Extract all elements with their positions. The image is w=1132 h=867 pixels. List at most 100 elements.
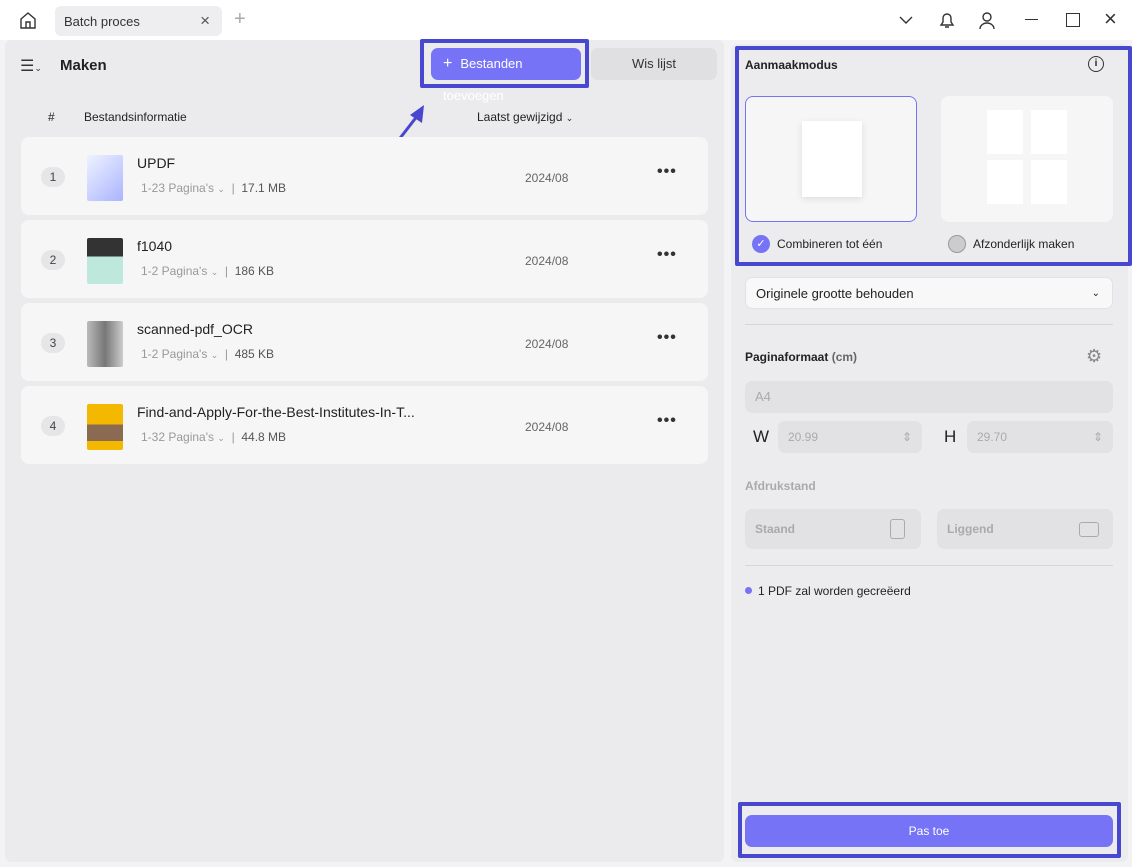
file-size: 186 KB	[234, 264, 275, 278]
doc-icon	[1031, 110, 1067, 154]
unit-label: (cm)	[831, 350, 858, 364]
paper-select[interactable]: A4	[745, 381, 1113, 413]
chevron-down-icon: ⌄	[217, 433, 225, 443]
close-tab-icon[interactable]: ×	[200, 11, 210, 31]
row-number: 3	[41, 333, 65, 353]
landscape-button[interactable]: Liggend	[937, 509, 1113, 549]
page-range: 1-2 Pagina's	[141, 347, 208, 361]
sort-chevron-icon: ⌄	[565, 113, 574, 123]
user-icon[interactable]	[977, 10, 997, 30]
file-meta: 1-2 Pagina's ⌄ | 186 KB	[141, 264, 275, 278]
new-tab-icon[interactable]: +	[234, 8, 246, 31]
file-thumbnail	[87, 155, 123, 201]
tab-label: Batch proces	[64, 14, 140, 29]
plus-icon: +	[443, 55, 453, 72]
height-value: 29.70	[977, 430, 1008, 444]
file-name: UPDF	[137, 155, 176, 171]
file-thumbnail	[87, 238, 123, 284]
file-date: 2024/08	[525, 171, 569, 185]
info-icon[interactable]: i	[1088, 56, 1104, 72]
divider	[745, 324, 1113, 325]
apply-button[interactable]: Pas toe	[745, 815, 1113, 847]
chevron-down-icon: ⌄	[210, 267, 219, 277]
column-file-info: Bestandsinformatie	[84, 110, 187, 124]
combine-label: Combineren tot één	[777, 237, 883, 251]
combine-radio-checked-icon[interactable]: ✓	[752, 235, 770, 253]
close-window-icon[interactable]: ×	[1104, 6, 1117, 32]
separate-radio[interactable]	[948, 235, 966, 253]
file-row[interactable]: 4 Find-and-Apply-For-the-Best-Institutes…	[21, 386, 708, 464]
file-date: 2024/08	[525, 420, 569, 434]
row-number: 1	[41, 167, 65, 187]
row-number: 2	[41, 250, 65, 270]
size-select-value: Originele grootte behouden	[756, 286, 914, 301]
stepper-icon[interactable]: ⇕	[902, 421, 912, 453]
column-num: #	[48, 110, 55, 124]
more-options-icon[interactable]: •••	[657, 412, 677, 430]
page-range: 1-32 Pagina's	[141, 430, 215, 444]
page-range-select[interactable]: 1-32 Pagina's ⌄	[141, 430, 225, 444]
height-label: H	[944, 427, 957, 446]
minimize-icon[interactable]	[1025, 19, 1038, 21]
file-size: 485 KB	[234, 347, 275, 361]
file-date: 2024/08	[525, 337, 569, 351]
gear-icon[interactable]: ⚙	[1086, 346, 1102, 367]
more-options-icon[interactable]: •••	[657, 246, 677, 264]
file-row[interactable]: 3 scanned-pdf_OCR 1-2 Pagina's ⌄ | 485 K…	[21, 303, 708, 381]
file-row[interactable]: 1 UPDF 1-23 Pagina's ⌄ | 17.1 MB 2024/08…	[21, 137, 708, 215]
status-text: 1 PDF zal worden gecreëerd	[758, 584, 911, 598]
portrait-button[interactable]: Staand	[745, 509, 921, 549]
file-date: 2024/08	[525, 254, 569, 268]
page-range-select[interactable]: 1-23 Pagina's ⌄	[141, 181, 225, 195]
file-size: 44.8 MB	[241, 430, 287, 444]
page-title: Maken	[60, 57, 107, 74]
separate-label: Afzonderlijk maken	[973, 237, 1075, 251]
portrait-label: Staand	[755, 522, 796, 536]
stepper-icon[interactable]: ⇕	[1093, 421, 1103, 453]
page-format-title: Paginaformaat (cm)	[745, 350, 857, 364]
separate-card[interactable]	[941, 96, 1113, 222]
file-name: scanned-pdf_OCR	[137, 321, 253, 337]
file-thumbnail	[87, 321, 123, 367]
row-number: 4	[41, 416, 65, 436]
file-meta: 1-23 Pagina's ⌄ | 17.1 MB	[141, 181, 287, 195]
portrait-icon	[890, 519, 905, 539]
page-range: 1-2 Pagina's	[141, 264, 208, 278]
more-options-icon[interactable]: •••	[657, 329, 677, 347]
tab-batch[interactable]: Batch proces ×	[55, 6, 222, 36]
doc-icon	[1031, 160, 1067, 204]
single-doc-icon	[802, 121, 862, 197]
doc-icon	[987, 110, 1023, 154]
maximize-icon[interactable]	[1066, 13, 1080, 27]
add-files-button[interactable]: + Bestanden toevoegen	[431, 48, 581, 103]
page-range: 1-23 Pagina's	[141, 181, 215, 195]
page-format-label: Paginaformaat	[745, 350, 829, 364]
bell-icon[interactable]	[937, 10, 957, 30]
paper-value: A4	[755, 389, 771, 404]
file-thumbnail	[87, 404, 123, 450]
width-value: 20.99	[788, 430, 819, 444]
clear-list-button[interactable]: Wis lijst	[591, 48, 717, 80]
column-label: Laatst gewijzigd	[477, 110, 563, 124]
menu-icon[interactable]: ☰⌄	[20, 56, 42, 76]
home-icon[interactable]	[18, 10, 38, 30]
chevron-down-icon[interactable]	[898, 12, 914, 28]
file-name: f1040	[137, 238, 173, 254]
width-input[interactable]: 20.99 ⇕	[778, 421, 922, 453]
page-range-select[interactable]: 1-2 Pagina's ⌄	[141, 347, 218, 361]
page-range-select[interactable]: 1-2 Pagina's ⌄	[141, 264, 218, 278]
landscape-icon	[1079, 522, 1099, 537]
file-row[interactable]: 2 f1040 1-2 Pagina's ⌄ | 186 KB 2024/08 …	[21, 220, 708, 298]
mode-title: Aanmaakmodus	[745, 58, 838, 72]
more-options-icon[interactable]: •••	[657, 163, 677, 181]
status-dot-icon	[745, 587, 752, 594]
chevron-down-icon: ⌄	[217, 184, 225, 194]
column-last-modified[interactable]: Laatst gewijzigd ⌄	[477, 110, 573, 124]
doc-icon	[987, 160, 1023, 204]
width-label: W	[753, 427, 770, 446]
height-input[interactable]: 29.70 ⇕	[967, 421, 1113, 453]
size-select[interactable]: Originele grootte behouden ⌄	[745, 277, 1113, 309]
combine-card[interactable]	[745, 96, 917, 222]
landscape-label: Liggend	[947, 522, 994, 536]
file-meta: 1-2 Pagina's ⌄ | 485 KB	[141, 347, 275, 361]
